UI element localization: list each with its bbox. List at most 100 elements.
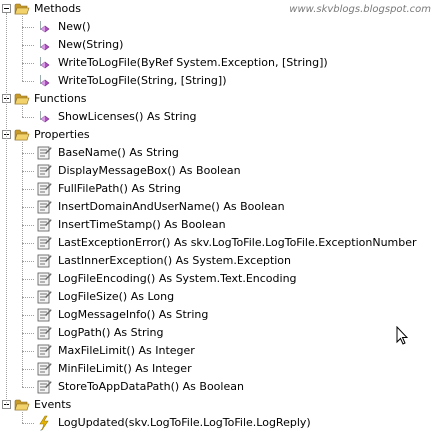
property-icon [36, 343, 52, 359]
tree-node-functions[interactable]: Functions [0, 90, 441, 108]
tree-connector-line [22, 171, 34, 172]
tree-item-label: New(String) [58, 38, 124, 51]
method-icon [36, 73, 52, 89]
property-icon [36, 307, 52, 323]
tree-item-property[interactable]: DisplayMessageBox() As Boolean [0, 162, 441, 180]
method-icon [36, 37, 52, 53]
tree-connector-line [22, 189, 34, 190]
property-icon [36, 325, 52, 341]
tree-item-label: InsertTimeStamp() As Boolean [58, 218, 226, 231]
tree-item-property[interactable]: StoreToAppDataPath() As Boolean [0, 378, 441, 396]
tree-item-method[interactable]: ShowLicenses() As String [0, 108, 441, 126]
tree-item-label: LogPath() As String [58, 326, 164, 339]
mouse-cursor-icon [396, 326, 408, 345]
tree-connector-line [22, 117, 34, 118]
tree-item-property[interactable]: MaxFileLimit() As Integer [0, 342, 441, 360]
tree-connector-line [22, 315, 34, 316]
tree-connector-line [22, 16, 23, 81]
property-icon [36, 253, 52, 269]
tree-item-method[interactable]: WriteToLogFile(ByRef System.Exception, [… [0, 54, 441, 72]
tree-connector-line [22, 27, 34, 28]
tree-connector-line [22, 63, 34, 64]
tree-item-label: InsertDomainAndUserName() As Boolean [58, 200, 285, 213]
tree-node-properties[interactable]: Properties [0, 126, 441, 144]
tree-item-label: StoreToAppDataPath() As Boolean [58, 380, 244, 393]
tree-item-property[interactable]: BaseName() As String [0, 144, 441, 162]
tree-item-label: WriteToLogFile(String, [String]) [58, 74, 227, 87]
tree-item-property[interactable]: InsertTimeStamp() As Boolean [0, 216, 441, 234]
tree-item-property[interactable]: LogPath() As String [0, 324, 441, 342]
tree-item-label: LogFileEncoding() As System.Text.Encodin… [58, 272, 297, 285]
tree-item-method[interactable]: New() [0, 18, 441, 36]
tree-item-label: MinFileLimit() As Integer [58, 362, 192, 375]
property-icon [36, 289, 52, 305]
tree-connector-line [22, 261, 34, 262]
property-icon [36, 271, 52, 287]
property-icon [36, 181, 52, 197]
property-icon [36, 217, 52, 233]
tree-node-label: Methods [34, 2, 81, 15]
tree-item-property[interactable]: InsertDomainAndUserName() As Boolean [0, 198, 441, 216]
tree-connector-line [22, 225, 34, 226]
tree-connector-line [22, 45, 34, 46]
class-member-tree: Methods New() New(String) WriteToLogFile(By… [0, 0, 441, 437]
tree-item-property[interactable]: LogFileEncoding() As System.Text.Encodin… [0, 270, 441, 288]
tree-item-label: New() [58, 20, 91, 33]
tree-item-event[interactable]: LogUpdated(skv.LogToFile.LogToFile.LogRe… [0, 414, 441, 432]
tree-item-property[interactable]: LastInnerException() As System.Exception [0, 252, 441, 270]
tree-item-label: DisplayMessageBox() As Boolean [58, 164, 241, 177]
tree-connector-line [22, 243, 34, 244]
tree-item-label: LogMessageInfo() As String [58, 308, 209, 321]
tree-item-label: ShowLicenses() As String [58, 110, 197, 123]
tree-root-connector-line [6, 13, 7, 405]
tree-connector-line [22, 297, 34, 298]
method-icon [36, 109, 52, 125]
tree-node-label: Properties [34, 128, 90, 141]
tree-item-label: BaseName() As String [58, 146, 179, 159]
property-icon [36, 145, 52, 161]
tree-item-label: LastInnerException() As System.Exception [58, 254, 292, 267]
tree-connector-line [22, 81, 34, 82]
property-icon [36, 199, 52, 215]
event-icon [36, 415, 52, 432]
tree-node-label: Functions [34, 92, 87, 105]
tree-connector-line [22, 351, 34, 352]
tree-item-label: MaxFileLimit() As Integer [58, 344, 195, 357]
blog-watermark: www.skvblogs.blogspot.com [289, 4, 431, 15]
tree-connector-line [22, 153, 34, 154]
tree-item-property[interactable]: LogMessageInfo() As String [0, 306, 441, 324]
collapse-toggle-icon[interactable] [2, 4, 11, 13]
tree-node-label: Events [34, 398, 72, 411]
method-icon [36, 19, 52, 35]
property-icon [36, 235, 52, 251]
tree-connector-line [22, 142, 23, 387]
tree-item-property[interactable]: FullFilePath() As String [0, 180, 441, 198]
tree-node-events[interactable]: Events [0, 396, 441, 414]
tree-connector-line [22, 279, 34, 280]
tree-connector-line [22, 106, 23, 117]
folder-open-icon [14, 91, 30, 107]
tree-item-method[interactable]: WriteToLogFile(String, [String]) [0, 72, 441, 90]
tree-item-label: LastExceptionError() As skv.LogToFile.Lo… [58, 236, 417, 249]
tree-item-label: WriteToLogFile(ByRef System.Exception, [… [58, 56, 328, 69]
tree-connector-line [22, 369, 34, 370]
tree-connector-line [22, 207, 34, 208]
tree-item-label: FullFilePath() As String [58, 182, 182, 195]
folder-open-icon [14, 127, 30, 143]
tree-connector-line [22, 333, 34, 334]
property-icon [36, 163, 52, 179]
tree-item-label: LogFileSize() As Long [58, 290, 175, 303]
folder-open-icon [14, 1, 30, 17]
folder-open-icon [14, 397, 30, 413]
tree-item-method[interactable]: New(String) [0, 36, 441, 54]
tree-item-property[interactable]: LastExceptionError() As skv.LogToFile.Lo… [0, 234, 441, 252]
tree-connector-line [22, 423, 34, 424]
tree-connector-line [22, 412, 23, 423]
method-icon [36, 55, 52, 71]
tree-item-property[interactable]: MinFileLimit() As Integer [0, 360, 441, 378]
tree-item-label: LogUpdated(skv.LogToFile.LogToFile.LogRe… [58, 416, 311, 429]
property-icon [36, 379, 52, 395]
tree-connector-line [22, 387, 34, 388]
property-icon [36, 361, 52, 377]
tree-item-property[interactable]: LogFileSize() As Long [0, 288, 441, 306]
